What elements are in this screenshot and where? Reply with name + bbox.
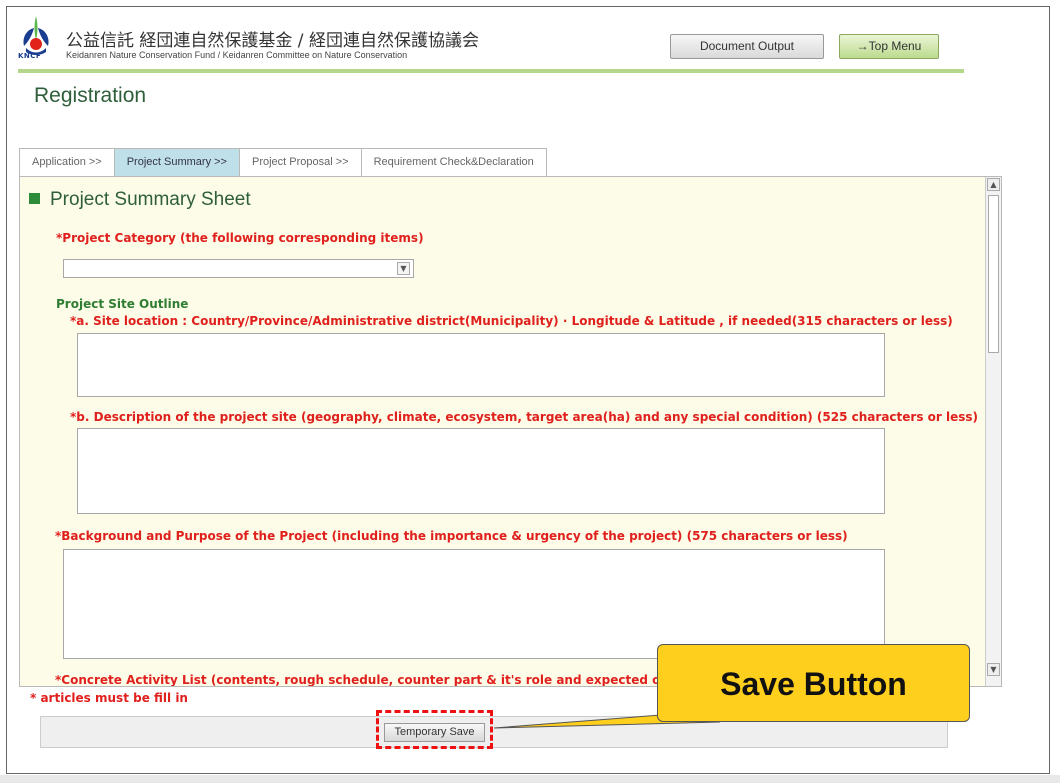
bottom-strip bbox=[0, 775, 1060, 783]
save-button-callout: Save Button bbox=[657, 644, 970, 722]
